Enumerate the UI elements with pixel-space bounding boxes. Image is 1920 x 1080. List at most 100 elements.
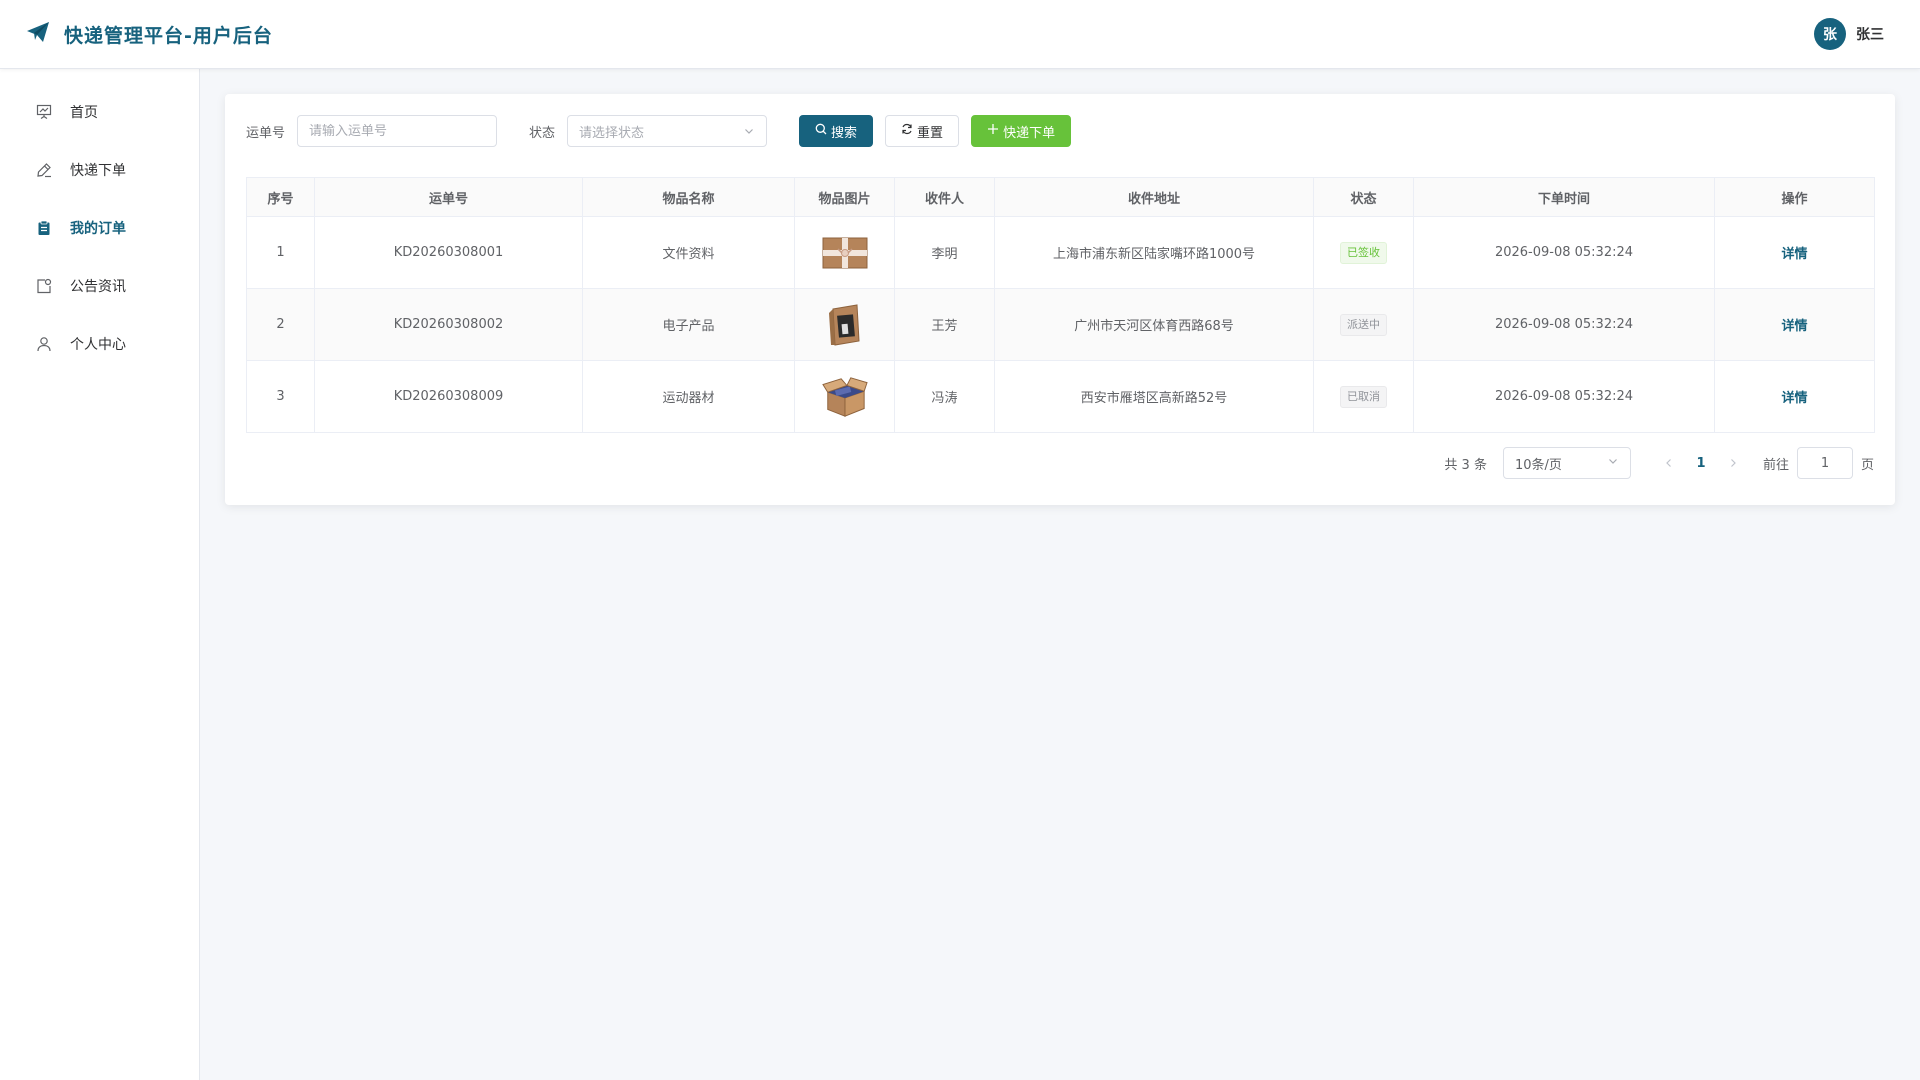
detail-link[interactable]: 详情 — [1781, 391, 1807, 406]
sidebar-item-label: 公告资讯 — [70, 279, 126, 295]
electronics-box-icon[interactable] — [822, 302, 868, 348]
column-header: 运单号 — [314, 177, 583, 217]
cell-address: 广州市天河区体育西路68号 — [994, 288, 1314, 361]
chevron-left-icon — [1666, 459, 1671, 467]
cell-tracking: KD20260308002 — [314, 288, 583, 361]
page-suffix: 页 — [1860, 457, 1874, 473]
cell-image — [794, 360, 895, 433]
cell-item: 电子产品 — [582, 288, 795, 361]
presentation-icon — [34, 102, 54, 122]
cell-index: 3 — [246, 360, 315, 433]
open-box-icon[interactable] — [821, 374, 868, 420]
chevron-right-icon — [1731, 459, 1736, 467]
cell-time: 2026-09-08 05:32:24 — [1413, 288, 1715, 361]
search-button-label: 搜索 — [831, 125, 858, 141]
clipboard-icon — [34, 218, 54, 238]
cell-recipient: 冯涛 — [894, 360, 995, 433]
sidebar-item-label: 首页 — [70, 105, 98, 121]
column-header: 序号 — [246, 177, 315, 217]
page-jumper: 前往 页 — [1763, 447, 1874, 479]
cell-image — [794, 216, 895, 289]
cell-status: 派送中 — [1313, 288, 1414, 361]
cell-status: 已取消 — [1313, 360, 1414, 433]
column-header: 物品图片 — [794, 177, 895, 217]
notice-icon — [34, 276, 54, 296]
cell-address: 上海市浦东新区陆家嘴环路1000号 — [994, 216, 1314, 289]
tracking-input[interactable] — [309, 123, 486, 139]
filter-toolbar: 运单号 状态 请选择状态 搜索 重置 快递下单 — [246, 115, 1874, 147]
sidebar-item-express-order[interactable]: 快递下单 — [0, 141, 199, 199]
detail-link[interactable]: 详情 — [1781, 319, 1807, 334]
avatar[interactable]: 张 — [1814, 18, 1846, 50]
cell-index: 2 — [246, 288, 315, 361]
cell-tracking: KD20260308009 — [314, 360, 583, 433]
table-row: 3 KD20260308009 运动器材 冯涛 西安市雁塔区高新路52号 已取消… — [246, 360, 1875, 433]
refresh-icon — [901, 123, 913, 139]
search-icon — [815, 123, 827, 139]
column-header: 状态 — [1313, 177, 1414, 217]
column-header: 下单时间 — [1413, 177, 1715, 217]
username[interactable]: 张三 — [1856, 24, 1884, 44]
column-header: 收件地址 — [994, 177, 1314, 217]
reset-button-label: 重置 — [917, 125, 944, 141]
column-header: 操作 — [1714, 177, 1875, 217]
column-header: 收件人 — [894, 177, 995, 217]
prev-page-button[interactable] — [1653, 447, 1685, 479]
orders-card: 运单号 状态 请选择状态 搜索 重置 快递下单 — [225, 94, 1895, 505]
reset-button[interactable]: 重置 — [885, 115, 960, 147]
create-order-button[interactable]: 快递下单 — [971, 115, 1072, 147]
page-size-select[interactable]: 10条/页 — [1502, 447, 1631, 479]
brand[interactable]: 快递管理平台-用户后台 — [26, 21, 273, 48]
next-page-button[interactable] — [1717, 447, 1749, 479]
pen-icon — [34, 160, 54, 180]
cell-address: 西安市雁塔区高新路52号 — [994, 360, 1314, 433]
pagination-total: 共 3 条 — [1444, 457, 1487, 473]
search-button[interactable]: 搜索 — [799, 115, 874, 147]
sidebar-item-label: 快递下单 — [70, 163, 126, 179]
status-select[interactable]: 请选择状态 — [567, 115, 768, 147]
orders-table: 序号 运单号 物品名称 物品图片 收件人 收件地址 状态 下单时间 操作 1 K… — [246, 177, 1875, 433]
page-size-value: 10条/页 — [1514, 457, 1562, 473]
sidebar-item-notices[interactable]: 公告资讯 — [0, 257, 199, 315]
status-badge: 已取消 — [1340, 385, 1387, 408]
table-row: 1 KD20260308001 文件资料 李明 上海市浦东新区陆家嘴环路1000… — [246, 216, 1875, 289]
user-menu[interactable]: 张 张三 — [1814, 18, 1884, 50]
cell-time: 2026-09-08 05:32:24 — [1413, 360, 1715, 433]
cell-recipient: 王芳 — [894, 288, 995, 361]
document-package-icon[interactable] — [822, 230, 868, 276]
cell-image — [794, 288, 895, 361]
cell-item: 文件资料 — [582, 216, 795, 289]
chevron-down-icon — [1607, 455, 1619, 471]
sidebar-item-label: 我的订单 — [70, 221, 126, 237]
sidebar-item-profile[interactable]: 个人中心 — [0, 315, 199, 373]
sidebar-item-home[interactable]: 首页 — [0, 83, 199, 141]
cell-tracking: KD20260308001 — [314, 216, 583, 289]
goto-label: 前往 — [1762, 457, 1789, 473]
cell-status: 已签收 — [1313, 216, 1414, 289]
status-label: 状态 — [529, 125, 556, 141]
user-icon — [34, 334, 54, 354]
table-header-row: 序号 运单号 物品名称 物品图片 收件人 收件地址 状态 下单时间 操作 — [246, 177, 1875, 217]
status-badge: 派送中 — [1340, 313, 1387, 336]
sidebar: 首页 快递下单 我的订单 公告资讯 个人中心 — [0, 69, 200, 1080]
page-number-current[interactable]: 1 — [1685, 447, 1717, 479]
detail-link[interactable]: 详情 — [1781, 247, 1807, 262]
paper-plane-icon — [26, 21, 50, 47]
tracking-label: 运单号 — [246, 125, 286, 141]
create-order-button-label: 快递下单 — [1003, 125, 1056, 141]
cell-action: 详情 — [1714, 216, 1875, 289]
tracking-input-wrapper[interactable] — [297, 115, 498, 147]
plus-icon — [987, 123, 999, 139]
cell-recipient: 李明 — [894, 216, 995, 289]
column-header: 物品名称 — [582, 177, 795, 217]
table-row: 2 KD20260308002 电子产品 王芳 广州市天河区体育西路68号 派送… — [246, 288, 1875, 361]
status-badge: 已签收 — [1340, 241, 1387, 264]
sidebar-item-my-orders[interactable]: 我的订单 — [0, 199, 199, 257]
cell-time: 2026-09-08 05:32:24 — [1413, 216, 1715, 289]
goto-page-input[interactable] — [1796, 447, 1853, 479]
sidebar-item-label: 个人中心 — [70, 337, 126, 353]
cell-index: 1 — [246, 216, 315, 289]
top-header: 快递管理平台-用户后台 张 张三 — [0, 0, 1920, 69]
status-select-placeholder: 请选择状态 — [579, 125, 645, 141]
chevron-down-icon — [743, 122, 755, 141]
